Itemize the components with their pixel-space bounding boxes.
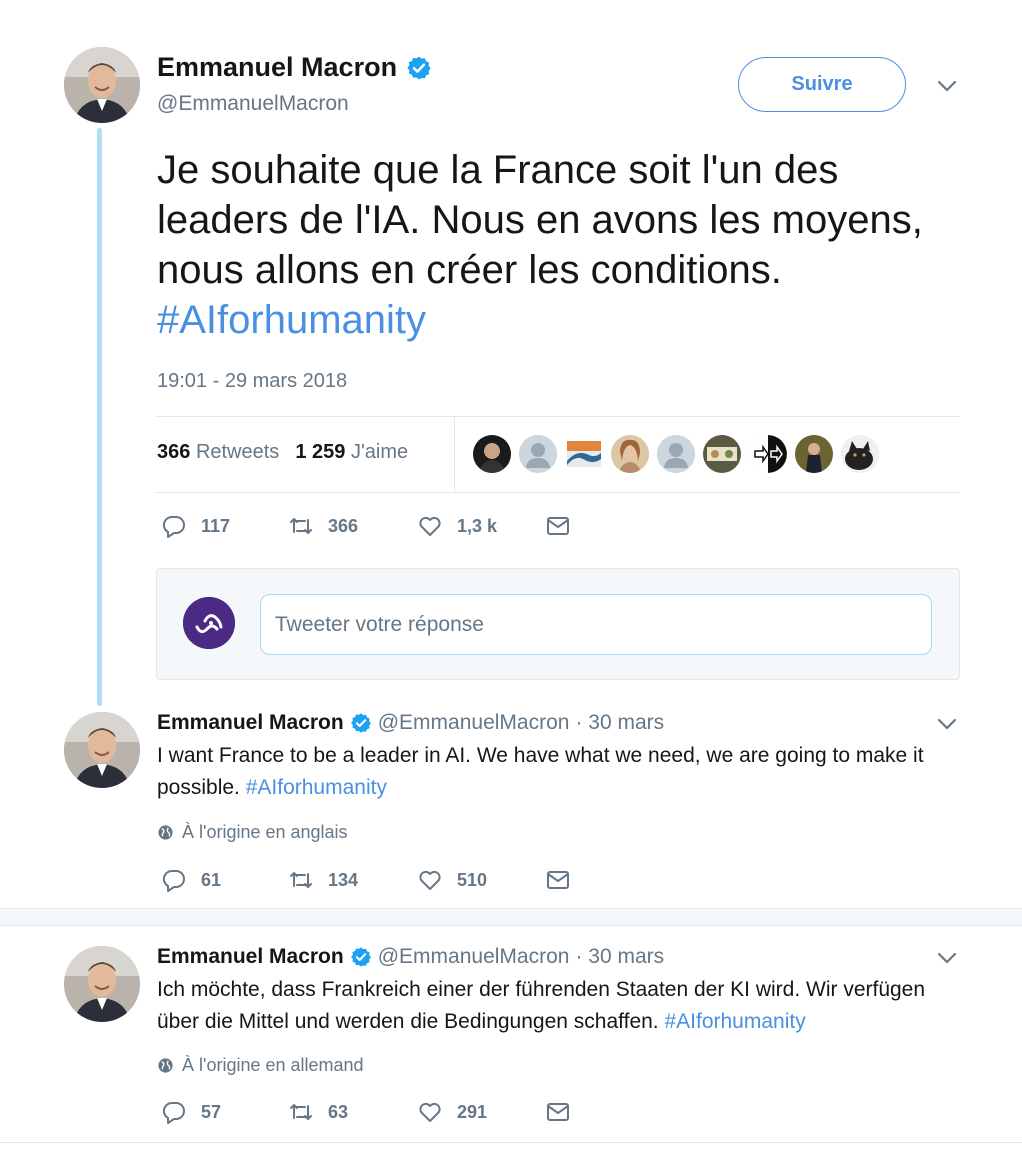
like-action[interactable]: 1,3 k bbox=[416, 512, 497, 540]
reply-input[interactable]: Tweeter votre réponse bbox=[260, 594, 932, 655]
translation-note: À l'origine en allemand bbox=[157, 1055, 364, 1076]
author-avatar[interactable] bbox=[64, 946, 140, 1022]
liker-avatar[interactable] bbox=[611, 435, 649, 473]
retweet-action[interactable]: 134 bbox=[287, 866, 358, 894]
reply-icon bbox=[160, 512, 188, 540]
tweet-date[interactable]: · 30 mars bbox=[575, 711, 664, 735]
likes-stat[interactable]: 1 259 J'aime bbox=[295, 441, 408, 464]
author-handle[interactable]: @EmmanuelMacron bbox=[378, 711, 570, 735]
chevron-down-icon[interactable] bbox=[935, 946, 959, 970]
globe-icon bbox=[157, 824, 174, 841]
tweet-timestamp[interactable]: 19:01 - 29 mars 2018 bbox=[157, 370, 347, 393]
likes-count: 1 259 bbox=[295, 441, 346, 463]
author-handle[interactable]: @EmmanuelMacron bbox=[157, 92, 349, 116]
message-action[interactable] bbox=[544, 512, 572, 540]
thread-connector-line bbox=[97, 128, 102, 706]
reply-action[interactable]: 117 bbox=[160, 512, 230, 540]
hashtag-link[interactable]: #AIforhumanity bbox=[157, 298, 426, 342]
liker-avatar[interactable] bbox=[565, 435, 603, 473]
retweet-icon bbox=[287, 1098, 315, 1126]
divider bbox=[156, 492, 960, 493]
author-name[interactable]: Emmanuel Macron bbox=[157, 711, 344, 735]
current-user-avatar[interactable] bbox=[183, 597, 235, 649]
divider bbox=[454, 416, 455, 492]
message-icon bbox=[544, 1098, 572, 1126]
like-icon bbox=[416, 512, 444, 540]
retweet-icon bbox=[287, 866, 315, 894]
like-count: 1,3 k bbox=[457, 515, 498, 536]
tweet-date[interactable]: · 30 mars bbox=[575, 945, 664, 969]
reply-header: Emmanuel Macron @EmmanuelMacron · 30 mar… bbox=[157, 945, 664, 969]
reply-count: 61 bbox=[201, 869, 222, 890]
message-icon bbox=[544, 512, 572, 540]
author-avatar[interactable] bbox=[64, 47, 140, 123]
retweets-label: Retweets bbox=[195, 441, 280, 463]
verified-badge-icon bbox=[350, 946, 372, 968]
author-name[interactable]: Emmanuel Macron bbox=[157, 945, 344, 969]
tweet-text: I want France to be a leader in AI. We h… bbox=[157, 740, 967, 804]
reply-header: Emmanuel Macron @EmmanuelMacron · 30 mar… bbox=[157, 711, 664, 735]
likers-avatars bbox=[473, 435, 879, 473]
retweet-count: 134 bbox=[328, 869, 359, 890]
follow-button[interactable]: Suivre bbox=[738, 57, 906, 112]
liker-avatar[interactable] bbox=[657, 435, 695, 473]
reply-action[interactable]: 61 bbox=[160, 866, 221, 894]
reply-count: 117 bbox=[201, 515, 231, 536]
hashtag-link[interactable]: #AIforhumanity bbox=[664, 1010, 805, 1033]
reply-icon bbox=[160, 866, 188, 894]
tweet-body: Je souhaite que la France soit l'un des … bbox=[157, 148, 923, 292]
like-icon bbox=[416, 866, 444, 894]
tweet-body: Ich möchte, dass Frankreich einer der fü… bbox=[157, 978, 926, 1033]
message-action[interactable] bbox=[544, 866, 572, 894]
globe-icon bbox=[157, 1057, 174, 1074]
author-handle[interactable]: @EmmanuelMacron bbox=[378, 945, 570, 969]
tweet-stats: 366 Retweets 1 259 J'aime bbox=[157, 441, 408, 464]
retweets-count: 366 bbox=[157, 441, 191, 463]
tweet-text: Ich möchte, dass Frankreich einer der fü… bbox=[157, 974, 967, 1038]
liker-avatar[interactable] bbox=[795, 435, 833, 473]
chevron-down-icon[interactable] bbox=[935, 712, 959, 736]
hashtag-link[interactable]: #AIforhumanity bbox=[246, 776, 387, 799]
author-name-row[interactable]: Emmanuel Macron bbox=[157, 52, 432, 83]
like-icon bbox=[416, 1098, 444, 1126]
retweet-count: 366 bbox=[328, 515, 359, 536]
retweet-action[interactable]: 63 bbox=[287, 1098, 348, 1126]
like-count: 291 bbox=[457, 1101, 488, 1122]
liker-avatar[interactable] bbox=[703, 435, 741, 473]
verified-badge-icon bbox=[350, 712, 372, 734]
chevron-down-icon[interactable] bbox=[935, 74, 959, 98]
divider bbox=[156, 416, 960, 417]
liker-avatar[interactable] bbox=[473, 435, 511, 473]
translation-note: À l'origine en anglais bbox=[157, 822, 348, 843]
like-action[interactable]: 510 bbox=[416, 866, 487, 894]
retweet-action[interactable]: 366 bbox=[287, 512, 358, 540]
translation-text: À l'origine en allemand bbox=[182, 1055, 364, 1075]
tweet-text: Je souhaite que la France soit l'un des … bbox=[157, 145, 957, 345]
like-count: 510 bbox=[457, 869, 488, 890]
retweet-count: 63 bbox=[328, 1101, 349, 1122]
retweets-stat[interactable]: 366 Retweets bbox=[157, 441, 279, 464]
liker-avatar[interactable] bbox=[749, 435, 787, 473]
likes-label: J'aime bbox=[350, 441, 409, 463]
translation-text: À l'origine en anglais bbox=[182, 822, 348, 842]
tweet-separator bbox=[0, 908, 1022, 926]
reply-action[interactable]: 57 bbox=[160, 1098, 221, 1126]
author-avatar[interactable] bbox=[64, 712, 140, 788]
liker-avatar[interactable] bbox=[841, 435, 879, 473]
liker-avatar[interactable] bbox=[519, 435, 557, 473]
retweet-icon bbox=[287, 512, 315, 540]
message-icon bbox=[544, 866, 572, 894]
verified-badge-icon bbox=[406, 55, 432, 81]
message-action[interactable] bbox=[544, 1098, 572, 1126]
reply-icon bbox=[160, 1098, 188, 1126]
like-action[interactable]: 291 bbox=[416, 1098, 487, 1126]
reply-count: 57 bbox=[201, 1101, 222, 1122]
author-name[interactable]: Emmanuel Macron bbox=[157, 52, 397, 83]
tweet-page: Emmanuel Macron @EmmanuelMacron Suivre J… bbox=[0, 0, 1022, 1156]
divider bbox=[0, 1142, 1022, 1143]
